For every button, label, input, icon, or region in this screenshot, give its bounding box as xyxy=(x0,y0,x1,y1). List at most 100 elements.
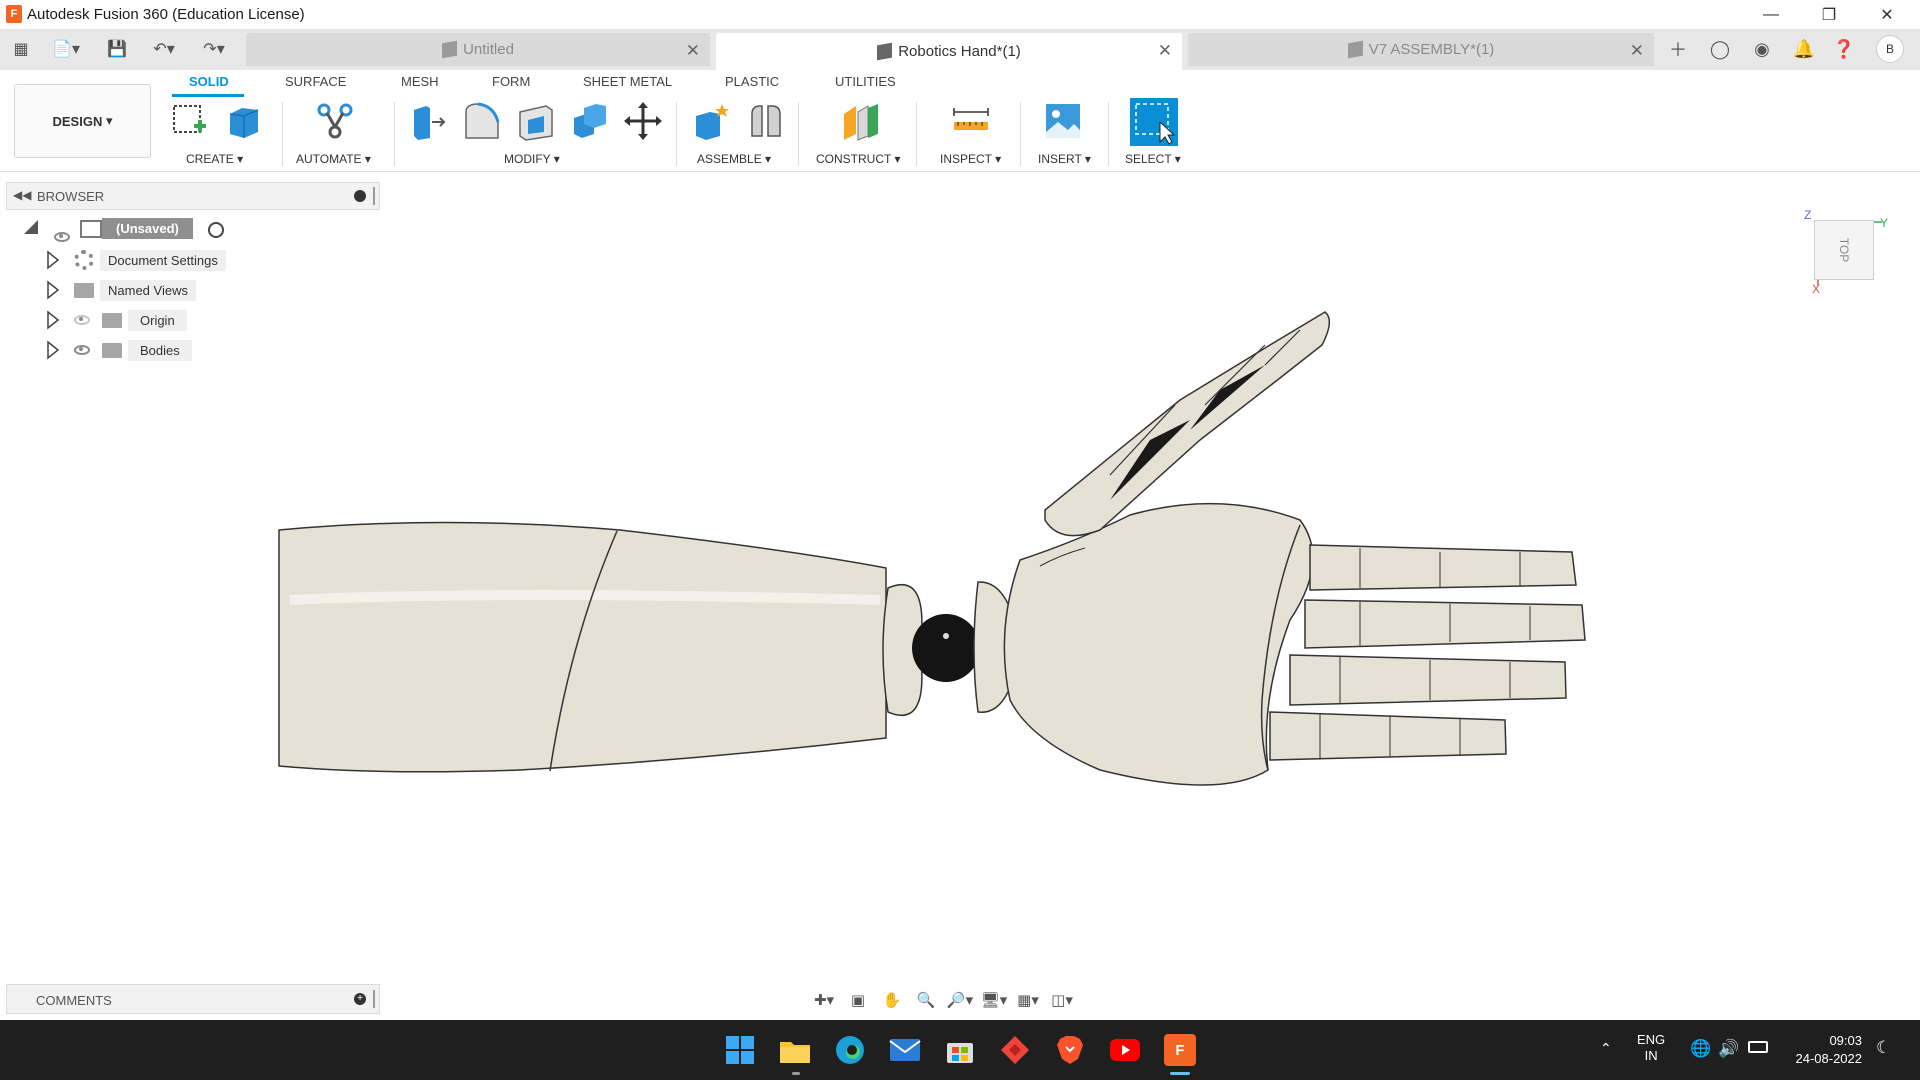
display-settings-icon[interactable]: 🖥▾ xyxy=(980,988,1008,1012)
automate-group-label[interactable]: AUTOMATE ▾ xyxy=(296,152,371,166)
tab-solid[interactable]: SOLID xyxy=(189,74,229,89)
select-group-label[interactable]: SELECT ▾ xyxy=(1125,152,1181,166)
minimize-button[interactable]: — xyxy=(1742,0,1800,29)
browser-panel-header[interactable]: ◀◀ BROWSER xyxy=(6,182,380,210)
shell-icon[interactable] xyxy=(514,100,556,142)
browser-root-row[interactable]: (Unsaved) xyxy=(24,218,224,242)
close-tab-icon[interactable]: ✕ xyxy=(686,41,700,61)
extrude-icon[interactable] xyxy=(222,100,264,142)
visibility-eye-icon[interactable] xyxy=(54,232,70,242)
construct-group-label[interactable]: CONSTRUCT ▾ xyxy=(816,152,900,166)
combine-icon[interactable] xyxy=(568,100,610,142)
zoom-icon[interactable]: 🔍 xyxy=(912,988,940,1012)
edge-browser-icon[interactable] xyxy=(834,1034,866,1066)
panel-pin-icon[interactable] xyxy=(373,187,375,205)
collapse-browser-icon[interactable]: ◀◀ xyxy=(13,188,31,202)
new-component-icon[interactable] xyxy=(690,100,732,142)
create-sketch-icon[interactable] xyxy=(168,100,210,142)
help-icon[interactable]: ❓ xyxy=(1830,35,1858,63)
fusion-360-taskbar-icon[interactable]: F xyxy=(1164,1034,1196,1066)
close-tab-icon[interactable]: ✕ xyxy=(1158,41,1172,61)
window-select-icon[interactable] xyxy=(1130,98,1178,146)
undo-icon[interactable]: ↶▾ xyxy=(146,37,182,61)
save-icon[interactable]: 💾 xyxy=(106,37,128,61)
tab-mesh[interactable]: MESH xyxy=(401,74,439,89)
running-app-indicator xyxy=(792,1072,800,1075)
modify-group-label[interactable]: MODIFY ▾ xyxy=(504,152,560,166)
pan-hand-icon[interactable]: ✋ xyxy=(878,988,906,1012)
viewports-icon[interactable]: ◫▾ xyxy=(1048,988,1076,1012)
insert-image-icon[interactable] xyxy=(1042,100,1084,142)
tree-item-document-settings[interactable]: Document Settings xyxy=(46,248,226,272)
new-tab-icon[interactable]: ＋ xyxy=(1664,35,1692,63)
group-separator xyxy=(1020,102,1021,166)
offset-plane-icon[interactable] xyxy=(840,100,882,142)
tab-form[interactable]: FORM xyxy=(492,74,530,89)
move-copy-icon[interactable] xyxy=(622,100,664,142)
visibility-eye-icon[interactable] xyxy=(74,345,90,355)
workspace-switcher-button[interactable]: DESIGN ▾ xyxy=(14,84,151,158)
tab-untitled[interactable]: Untitled ✕ xyxy=(246,33,710,66)
job-status-icon[interactable]: ◯ xyxy=(1706,35,1734,63)
create-group-label[interactable]: CREATE ▾ xyxy=(186,152,243,166)
group-separator xyxy=(916,102,917,166)
brave-browser-icon[interactable] xyxy=(1054,1034,1086,1066)
language-indicator[interactable]: ENG IN xyxy=(1637,1032,1665,1064)
tab-v7-assembly[interactable]: V7 ASSEMBLY*(1) ✕ xyxy=(1188,33,1654,66)
look-at-icon[interactable]: ▣ xyxy=(844,988,872,1012)
fit-zoom-icon[interactable]: 🔎▾ xyxy=(946,988,974,1012)
tab-plastic[interactable]: PLASTIC xyxy=(725,74,779,89)
tab-utilities[interactable]: UTILITIES xyxy=(835,74,896,89)
hidden-eye-icon[interactable] xyxy=(74,315,90,325)
anydesk-icon[interactable] xyxy=(999,1034,1031,1066)
user-avatar[interactable]: B xyxy=(1876,35,1904,63)
file-explorer-icon[interactable] xyxy=(779,1034,811,1066)
microsoft-store-icon[interactable] xyxy=(944,1034,976,1066)
fillet-icon[interactable] xyxy=(460,100,502,142)
root-label-wrap: (Unsaved) xyxy=(80,218,193,239)
close-tab-icon[interactable]: ✕ xyxy=(1630,41,1644,61)
tree-item-origin[interactable]: Origin xyxy=(46,308,187,332)
show-hidden-icons-icon[interactable]: ⌃ xyxy=(1600,1040,1612,1057)
add-comment-icon[interactable]: + xyxy=(354,993,366,1005)
robotic-hand-model[interactable] xyxy=(270,305,1600,795)
tab-surface[interactable]: SURFACE xyxy=(285,74,346,89)
battery-icon[interactable] xyxy=(1748,1041,1768,1053)
panel-pin-icon[interactable] xyxy=(373,990,375,1008)
orbit-icon[interactable]: ✚▾ xyxy=(810,988,838,1012)
youtube-icon[interactable] xyxy=(1109,1034,1141,1066)
redo-icon[interactable]: ↷▾ xyxy=(196,37,232,61)
inspect-group-label[interactable]: INSPECT ▾ xyxy=(940,152,1001,166)
viewcube[interactable]: TOP xyxy=(1814,220,1874,280)
close-window-button[interactable]: ✕ xyxy=(1858,0,1916,29)
extensions-icon[interactable]: ◉ xyxy=(1748,35,1776,63)
title-bar: F Autodesk Fusion 360 (Education License… xyxy=(0,0,1920,29)
notifications-moon-icon[interactable]: ☾ xyxy=(1876,1038,1891,1058)
automate-icon[interactable] xyxy=(314,100,356,142)
component-icon xyxy=(80,219,102,238)
start-windows-icon[interactable] xyxy=(724,1034,756,1066)
volume-icon[interactable]: 🔊 xyxy=(1718,1039,1739,1059)
press-pull-icon[interactable] xyxy=(406,100,448,142)
mail-icon[interactable] xyxy=(889,1034,921,1066)
notifications-bell-icon[interactable]: 🔔 xyxy=(1790,35,1818,63)
activate-radio-icon[interactable] xyxy=(208,222,224,238)
tab-sheet-metal[interactable]: SHEET METAL xyxy=(583,74,672,89)
file-menu-icon[interactable]: 📄▾ xyxy=(48,37,84,61)
assemble-group-label[interactable]: ASSEMBLE ▾ xyxy=(697,152,771,166)
app-grid-icon[interactable]: ▦ xyxy=(10,37,32,61)
measure-icon[interactable] xyxy=(950,100,992,142)
grid-settings-icon[interactable]: ▦▾ xyxy=(1014,988,1042,1012)
tree-item-named-views[interactable]: Named Views xyxy=(46,278,196,302)
browser-minimize-icon[interactable] xyxy=(354,190,366,202)
group-separator xyxy=(1108,102,1109,166)
expand-triangle-icon[interactable] xyxy=(24,220,38,234)
tab-robotics-hand[interactable]: Robotics Hand*(1) ✕ xyxy=(716,33,1182,70)
comments-panel[interactable]: COMMENTS + xyxy=(6,984,380,1014)
joint-icon[interactable] xyxy=(744,100,786,142)
tree-item-bodies[interactable]: Bodies xyxy=(46,338,192,362)
network-globe-icon[interactable]: 🌐 xyxy=(1690,1039,1711,1059)
clock[interactable]: 09:03 24-08-2022 xyxy=(1786,1032,1863,1068)
restore-button[interactable]: ❐ xyxy=(1800,0,1858,29)
insert-group-label[interactable]: INSERT ▾ xyxy=(1038,152,1091,166)
